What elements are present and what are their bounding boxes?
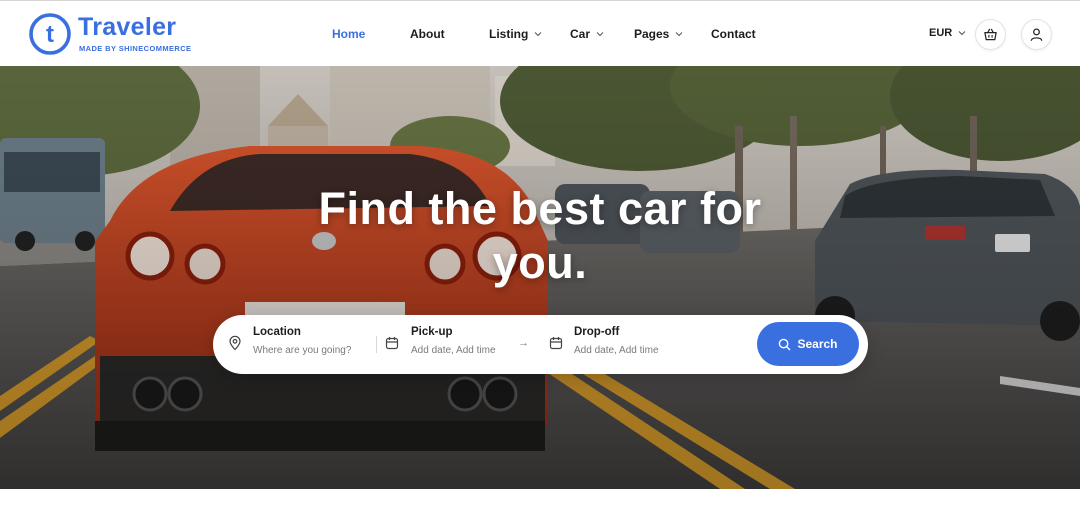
dropoff-field[interactable]: Drop-off Add date, Add time bbox=[574, 326, 659, 356]
site-header: t Traveler MADE BY SHINECOMMERCE Home Ab… bbox=[0, 0, 1080, 66]
location-field[interactable]: Location Where are you going? bbox=[253, 326, 351, 356]
chevron-down-icon bbox=[596, 32, 604, 37]
brand-name: Traveler bbox=[78, 13, 177, 41]
nav-pages[interactable]: Pages bbox=[634, 27, 683, 41]
nav-listing[interactable]: Listing bbox=[489, 27, 542, 41]
logo-mark-icon: t bbox=[29, 13, 71, 55]
hero-title-line-2: you. bbox=[492, 237, 588, 288]
location-placeholder: Where are you going? bbox=[253, 345, 352, 356]
calendar-icon bbox=[385, 337, 399, 350]
calendar-icon bbox=[549, 337, 563, 350]
hero-title: Find the best car for you. bbox=[0, 182, 1080, 290]
map-pin-icon bbox=[229, 335, 241, 351]
pickup-placeholder: Add date, Add time bbox=[411, 345, 496, 356]
search-icon bbox=[779, 338, 791, 350]
nav-contact[interactable]: Contact bbox=[711, 27, 756, 41]
user-icon bbox=[1030, 28, 1043, 41]
svg-text:t: t bbox=[46, 21, 54, 48]
currency-selector[interactable]: EUR bbox=[929, 27, 966, 39]
search-bar: Location Where are you going? Pick-up Ad… bbox=[213, 315, 868, 374]
account-button[interactable] bbox=[1021, 19, 1052, 50]
cart-button[interactable] bbox=[975, 19, 1006, 50]
field-divider bbox=[376, 336, 377, 353]
location-label: Location bbox=[253, 326, 301, 338]
pickup-field[interactable]: Pick-up Add date, Add time bbox=[411, 326, 496, 356]
arrow-right-icon: → bbox=[518, 337, 529, 349]
basket-icon bbox=[984, 28, 997, 41]
search-button-label: Search bbox=[797, 337, 838, 351]
brand-logo[interactable]: t Traveler MADE BY SHINECOMMERCE bbox=[28, 11, 198, 57]
nav-car[interactable]: Car bbox=[570, 27, 604, 41]
chevron-down-icon bbox=[676, 32, 683, 37]
brand-tagline: MADE BY SHINECOMMERCE bbox=[79, 44, 192, 53]
nav-home[interactable]: Home bbox=[332, 27, 365, 41]
dropoff-placeholder: Add date, Add time bbox=[574, 345, 659, 356]
pickup-label: Pick-up bbox=[411, 326, 453, 338]
nav-about[interactable]: About bbox=[410, 27, 445, 41]
chevron-down-icon bbox=[534, 32, 542, 37]
hero-title-line-1: Find the best car for bbox=[318, 183, 762, 234]
dropoff-label: Drop-off bbox=[574, 326, 620, 338]
search-button[interactable]: Search bbox=[757, 322, 859, 366]
chevron-down-icon bbox=[958, 31, 966, 36]
hero-section: Find the best car for you. Location Wher… bbox=[0, 66, 1080, 489]
